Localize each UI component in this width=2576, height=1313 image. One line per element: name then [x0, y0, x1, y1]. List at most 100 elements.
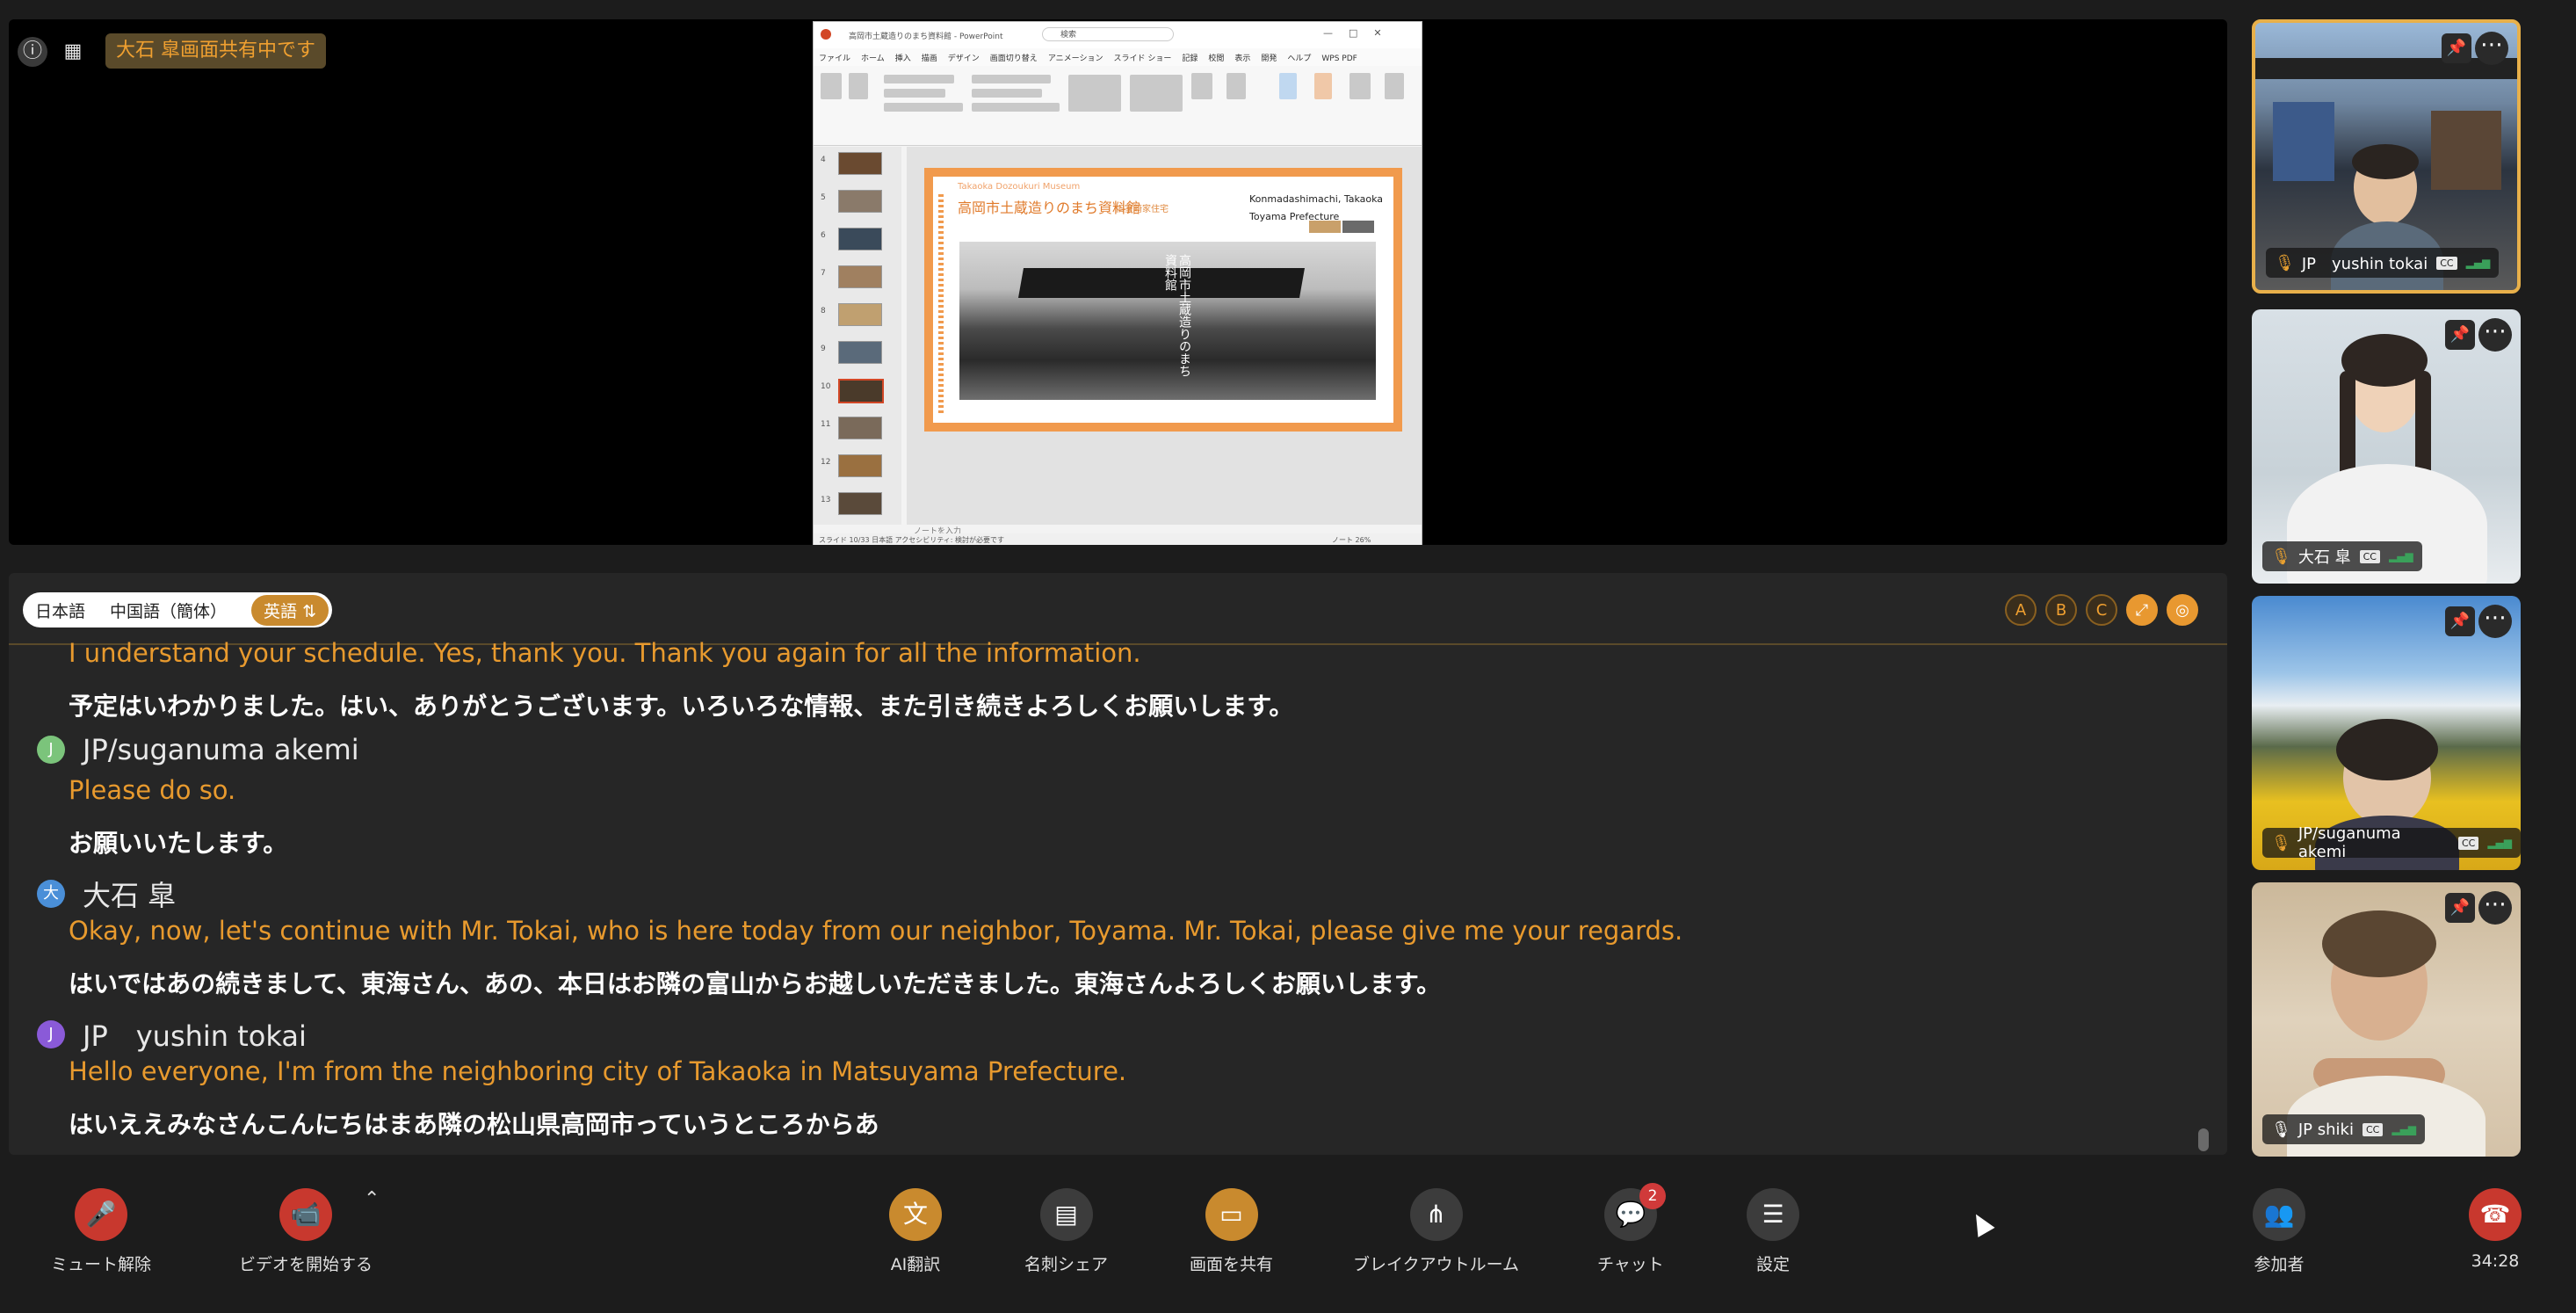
more-options-icon[interactable]: ⋯ [2478, 891, 2512, 925]
slide-thumbnail[interactable] [838, 152, 882, 175]
ppt-menubar: ファイル ホーム 挿入 描画 デザイン 画面切り替え アニメーション スライド ショー 記録 校閲… [814, 48, 1422, 66]
slide-thumbnail[interactable] [838, 228, 882, 250]
settings-label: 設定 [1755, 1255, 1790, 1274]
translate-icon[interactable]: 文 [889, 1188, 942, 1241]
breakout-room-button[interactable]: ⋔ ブレイクアウトルーム [1353, 1188, 1519, 1275]
pin-icon[interactable]: 📌 [2445, 320, 2475, 350]
ppt-search-box[interactable]: 検索 [1042, 27, 1174, 41]
participant-tile[interactable]: 📌 ⋯ 🎙 JP shiki CC ▂▄▆ [2252, 882, 2521, 1157]
ppt-status-left: スライド 10/33 日本語 アクセシビリティ: 検討が必要です [819, 536, 1005, 544]
slide-thumbnail[interactable] [838, 341, 882, 364]
ppt-menu-item[interactable]: アニメーション [1048, 52, 1103, 63]
breakout-icon[interactable]: ⋔ [1409, 1188, 1463, 1241]
slide-tag [1309, 221, 1341, 233]
expand-icon[interactable]: ⤢ [2126, 594, 2158, 626]
slide-thumbnail[interactable] [838, 454, 882, 477]
ppt-menu-item[interactable]: 画面切り替え [990, 52, 1038, 63]
avatar: J [37, 1020, 65, 1048]
participant-name-tag: 🎙 大石 皐 CC ▂▄▆ [2262, 541, 2422, 571]
caption-japanese-text: 予定はいわかりました。はい、ありがとうございます。いろいろな情報、また引き続きよ… [69, 692, 1294, 721]
caption-icon: CC [2457, 836, 2479, 850]
ppt-window-title: 高岡市土蔵造りのまち資料館 - PowerPoint [849, 33, 1003, 41]
mic-icon: 🎙 [2271, 1120, 2291, 1139]
caption-scrollbar[interactable] [2198, 1128, 2209, 1151]
tab-english[interactable]: 英語 ⇅ [251, 594, 329, 626]
settings-button[interactable]: ☰ 設定 [1747, 1188, 1799, 1275]
slide-thumbnail[interactable] [838, 417, 882, 439]
leave-meeting-button[interactable]: ☎ 34:28 [2469, 1188, 2522, 1271]
participant-name-tag: 🎙 JP shiki CC ▂▄▆ [2262, 1114, 2426, 1144]
ppt-menu-item[interactable]: ヘルプ [1287, 52, 1311, 63]
window-controls[interactable]: —□✕ [1323, 27, 1398, 39]
ppt-titlebar: 高岡市土蔵造りのまち資料館 - PowerPoint 検索 —□✕ [814, 22, 1422, 48]
caption-japanese-text: はいええみなさんこんにちはまあ隣の松山県高岡市っていうところからあ [69, 1110, 879, 1139]
more-options-icon[interactable]: ⋯ [2475, 32, 2508, 65]
slide-editor: Takaoka Dozoukuri Museum 高岡市土蔵造りのまち資料館 旧… [907, 147, 1422, 525]
tab-japanese[interactable]: 日本語 [35, 598, 85, 622]
settings-sliders-icon[interactable]: ☰ [1747, 1188, 1799, 1241]
slide-thumbnail[interactable] [838, 379, 884, 403]
business-card-share-button[interactable]: ▤ 名刺シェア [1024, 1188, 1108, 1275]
hang-up-icon[interactable]: ☎ [2469, 1188, 2522, 1241]
slide-thumbnail[interactable] [838, 492, 882, 515]
current-slide[interactable]: Takaoka Dozoukuri Museum 高岡市土蔵造りのまち資料館 旧… [924, 168, 1402, 432]
layout-icon[interactable]: ▦ [58, 37, 88, 67]
slide-thumb-number: 9 [821, 345, 826, 353]
slide-thumbnail-panel[interactable]: 4 5 6 7 8 9 10 11 12 13 [814, 147, 901, 525]
ppt-menu-item[interactable]: 挿入 [895, 52, 911, 63]
ppt-menu-item[interactable]: 校閲 [1208, 52, 1224, 63]
ai-translate-button[interactable]: 文 AI翻訳 [889, 1188, 942, 1275]
tab-chinese-simplified[interactable]: 中国語（簡体） [110, 598, 227, 622]
share-screen-icon[interactable]: ▭ [1205, 1188, 1258, 1241]
participants-button[interactable]: 👥 参加者 [2253, 1188, 2305, 1275]
unmute-button[interactable]: 🎤 ミュート解除 [51, 1188, 151, 1275]
ppt-menu-item[interactable]: 表示 [1234, 52, 1250, 63]
ppt-menu-item[interactable]: デザイン [948, 52, 980, 63]
font-option-c-button[interactable]: C [2086, 594, 2117, 626]
participant-hair [2336, 719, 2438, 780]
ppt-menu-item[interactable]: 開発 [1261, 52, 1277, 63]
share-screen-button[interactable]: ▭ 画面を共有 [1190, 1188, 1273, 1275]
font-option-b-button[interactable]: B [2045, 594, 2077, 626]
font-option-a-button[interactable]: A [2005, 594, 2037, 626]
ppt-menu-item[interactable]: スライド ショー [1113, 52, 1171, 63]
chat-unread-badge: 2 [1639, 1183, 1666, 1209]
start-video-button[interactable]: 📹 ビデオを開始する [239, 1188, 373, 1275]
tile-roof [2255, 58, 2517, 79]
caption-speaker: 大 大石 皐 [37, 874, 176, 914]
business-card-icon[interactable]: ▤ [1039, 1188, 1093, 1241]
ppt-menu-item[interactable]: WPS PDF [1321, 54, 1357, 63]
pin-icon[interactable]: 📌 [2442, 33, 2471, 63]
participant-tile[interactable]: 📌 ⋯ 🎙 JP yushin tokai CC ▂▄▆ [2252, 19, 2521, 294]
chevron-up-icon[interactable]: ⌃ [364, 1188, 380, 1210]
mic-off-icon[interactable]: 🎤 [75, 1188, 127, 1241]
slide-thumbnail[interactable] [838, 303, 882, 326]
ppt-menu-item[interactable]: 描画 [922, 52, 937, 63]
ppt-menu-item[interactable]: ファイル [819, 52, 850, 63]
slide-thumbnail[interactable] [838, 190, 882, 213]
info-icon[interactable]: ⓘ [18, 37, 47, 67]
caption-english-text: Okay, now, let's continue with Mr. Tokai… [69, 916, 1683, 946]
people-icon[interactable]: 👥 [2253, 1188, 2305, 1241]
slide-thumb-number: 5 [821, 193, 826, 202]
slide-thumbnail[interactable] [838, 265, 882, 288]
pin-icon[interactable]: 📌 [2445, 893, 2475, 923]
video-off-icon[interactable]: 📹 [279, 1188, 332, 1241]
ppt-menu-item[interactable]: ホーム [861, 52, 885, 63]
slide-thumb-number: 13 [821, 496, 831, 504]
photo-roof [1018, 268, 1305, 298]
ppt-menu-item[interactable]: 記録 [1182, 52, 1198, 63]
notes-pane[interactable]: ノートを入力 [907, 525, 1422, 536]
slide-title-en: Takaoka Dozoukuri Museum [958, 182, 1081, 192]
caption-settings-icon[interactable]: ◎ [2167, 594, 2198, 626]
signal-icon: ▂▄▆ [2465, 257, 2491, 269]
more-options-icon[interactable]: ⋯ [2478, 318, 2512, 352]
participant-tile[interactable]: 📌 ⋯ 🎙 JP/suganuma akemi CC ▂▄▆ [2252, 596, 2521, 870]
speaker-name: JP/suganuma akemi [83, 733, 359, 766]
caption-language-tabs: 日本語 中国語（簡体） 英語 ⇅ [23, 592, 332, 627]
slide-title-ja: 高岡市土蔵造りのまち資料館 [958, 199, 1141, 216]
more-options-icon[interactable]: ⋯ [2478, 605, 2512, 638]
caption-icon: CC [2359, 549, 2380, 563]
participant-tile[interactable]: 📌 ⋯ 🎙 大石 皐 CC ▂▄▆ [2252, 309, 2521, 584]
pin-icon[interactable]: 📌 [2445, 606, 2475, 636]
